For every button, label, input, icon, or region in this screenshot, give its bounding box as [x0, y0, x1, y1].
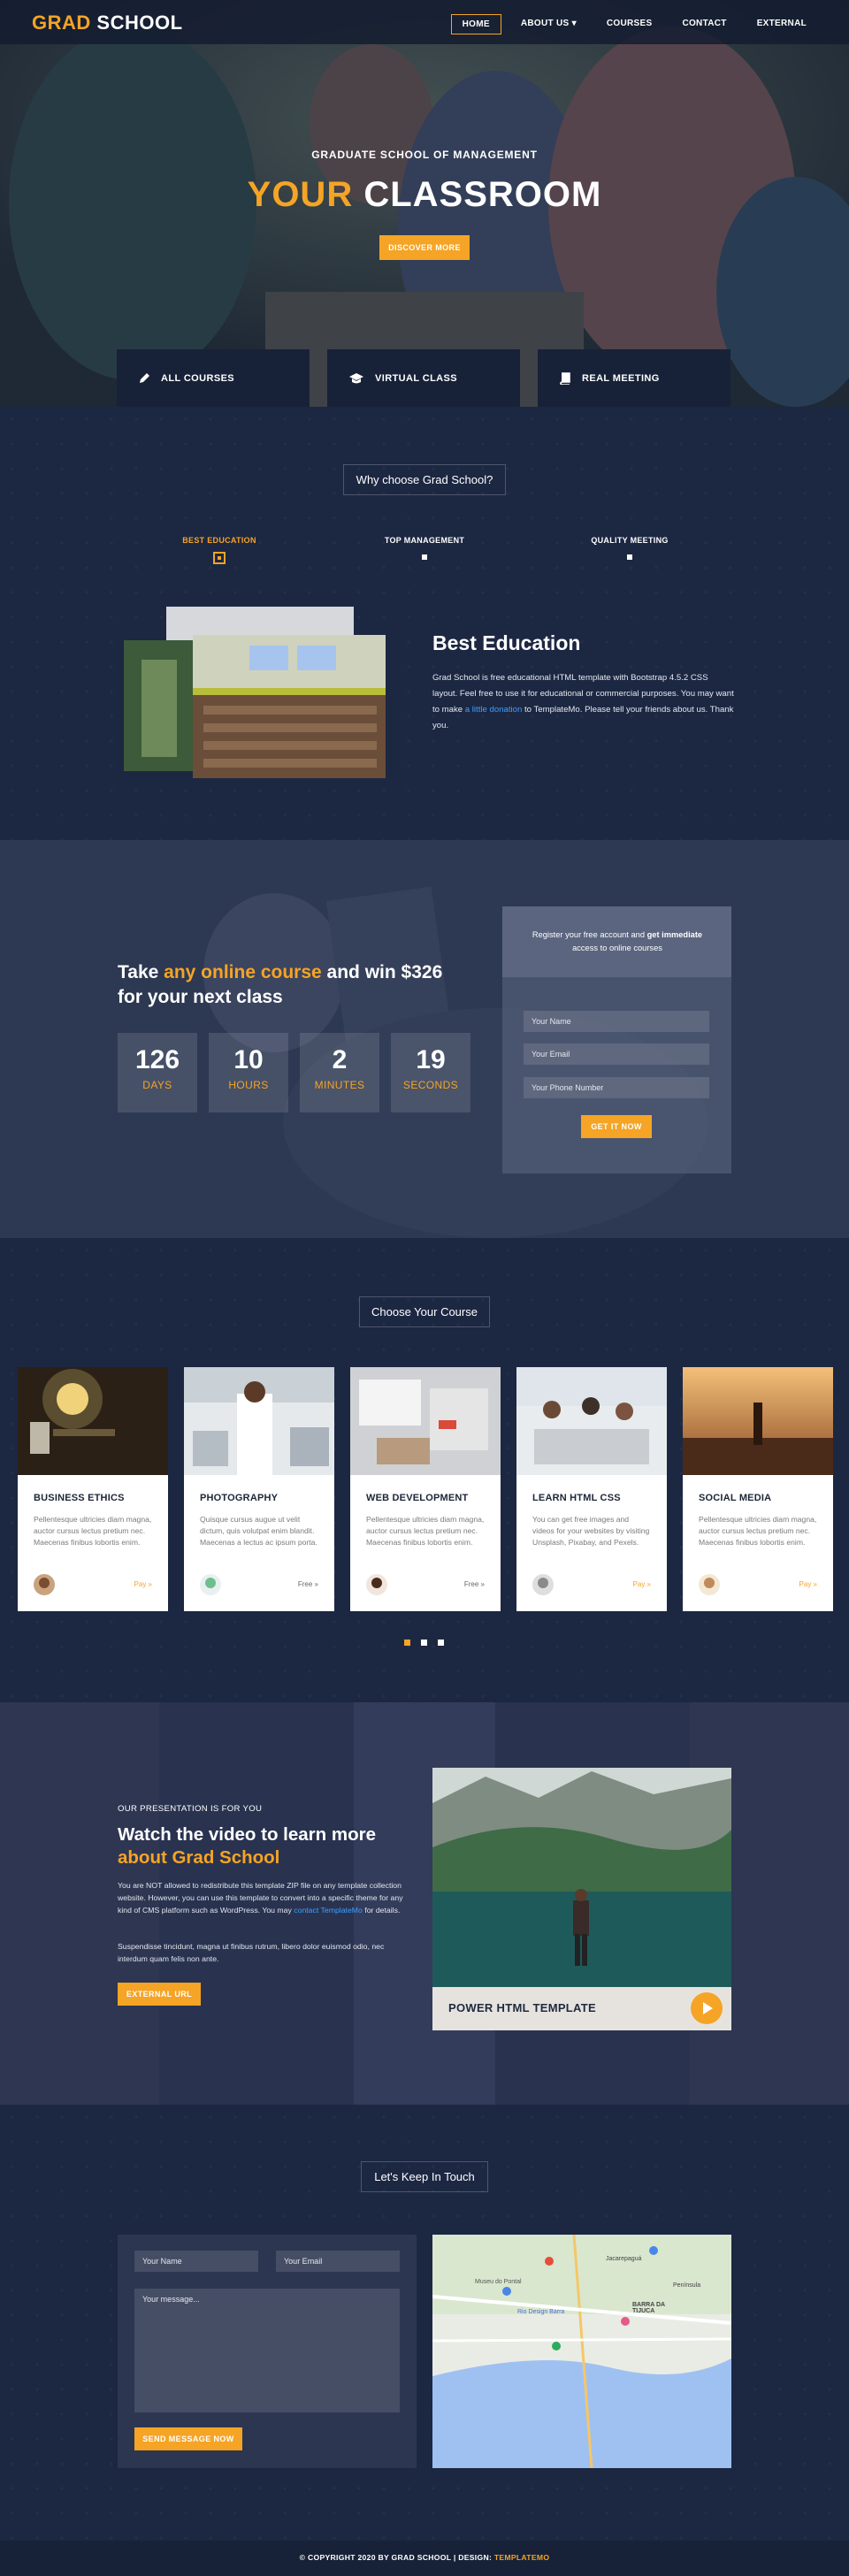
footer: © COPYRIGHT 2020 BY GRAD SCHOOL | DESIGN… — [0, 2541, 849, 2576]
send-message-button[interactable]: SEND MESSAGE NOW — [134, 2427, 242, 2450]
course-price-link[interactable]: Pay » — [799, 1580, 817, 1588]
nav-external[interactable]: EXTERNAL — [746, 14, 817, 34]
course-image — [350, 1367, 501, 1475]
hero-title: YOUR CLASSROOM — [247, 175, 602, 214]
map-embed[interactable]: Museu do Pontal Rio Design Barra BARRA D… — [432, 2235, 731, 2468]
courses-heading: Choose Your Course — [359, 1296, 490, 1327]
video-text-2: Suspendisse tincidunt, magna ut finibus … — [118, 1942, 385, 1963]
hero-subtitle: GRADUATE SCHOOL OF MANAGEMENT — [311, 149, 538, 161]
map-image — [432, 2235, 731, 2468]
register-email-input[interactable]: Your Email — [524, 1043, 709, 1065]
map-label: Museu do Pontal — [475, 2279, 522, 2285]
carousel-dot-1[interactable] — [404, 1640, 410, 1646]
pencil-icon — [140, 372, 149, 383]
course-image — [683, 1367, 833, 1475]
avatar — [699, 1574, 720, 1595]
promo-title: Take any online course and win $326 for y… — [118, 962, 443, 1007]
map-label: Jacarepaguá — [606, 2256, 642, 2262]
avatar — [366, 1574, 387, 1595]
course-price-link[interactable]: Pay » — [134, 1580, 152, 1588]
carousel-dot-2[interactable] — [421, 1640, 427, 1646]
top-navbar: GRAD SCHOOL HOME ABOUT US ▾ COURSES CONT… — [0, 0, 849, 44]
contact-email-input[interactable]: Your Email — [276, 2251, 400, 2272]
course-card-learn-html-css[interactable]: LEARN HTML CSS You can get free images a… — [516, 1367, 667, 1611]
course-card-photography[interactable]: PHOTOGRAPHY Quisque cursus augue ut veli… — [184, 1367, 334, 1611]
tab-top-management[interactable]: TOP MANAGEMENT — [354, 536, 495, 560]
course-image — [18, 1367, 168, 1475]
brand-logo[interactable]: GRAD SCHOOL — [32, 11, 183, 34]
course-card-social-media[interactable]: SOCIAL MEDIA Pellentesque ultricies diam… — [683, 1367, 833, 1611]
course-price-link[interactable]: Pay » — [633, 1580, 651, 1588]
map-label: Península — [673, 2282, 701, 2289]
donation-link[interactable]: a little donation — [465, 705, 523, 715]
book-icon — [560, 371, 570, 385]
course-image — [184, 1367, 334, 1475]
map-label: BARRA DA TIJUCA — [632, 2302, 665, 2314]
feature-real-meeting[interactable]: REAL MEETING — [538, 349, 730, 407]
avatar — [34, 1574, 55, 1595]
countdown-days: 126 DAYS — [118, 1033, 197, 1112]
nav-home[interactable]: HOME — [450, 14, 501, 34]
course-card-business-ethics[interactable]: BUSINESS ETHICS Pellentesque ultricies d… — [18, 1367, 168, 1611]
feature-all-courses[interactable]: ALL COURSES — [117, 349, 310, 407]
course-image — [516, 1367, 667, 1475]
tab-best-education[interactable]: BEST EDUCATION — [149, 536, 290, 564]
graduation-cap-icon — [349, 372, 363, 383]
avatar — [200, 1574, 221, 1595]
play-icon — [703, 2002, 713, 2014]
map-label: Rio Design Barra — [517, 2309, 565, 2315]
tab-content-text: Grad School is free educational HTML tem… — [432, 673, 734, 730]
countdown-hours: 10 HOURS — [209, 1033, 288, 1112]
contact-name-input[interactable]: Your Name — [134, 2251, 258, 2272]
course-price-link[interactable]: Free » — [298, 1580, 318, 1588]
why-heading: Why choose Grad School? — [343, 464, 506, 495]
countdown-seconds: 19 SECONDS — [391, 1033, 470, 1112]
copyright-text: © COPYRIGHT 2020 BY GRAD SCHOOL | DESIGN… — [299, 2553, 494, 2562]
countdown-minutes: 2 MINUTES — [300, 1033, 379, 1112]
course-card-web-development[interactable]: WEB DEVELOPMENT Pellentesque ultricies d… — [350, 1367, 501, 1611]
templatemo-link[interactable]: TemplateMo — [321, 1906, 363, 1915]
avatar — [532, 1574, 554, 1595]
register-name-input[interactable]: Your Name — [524, 1011, 709, 1032]
video-title: Watch the video to learn more about Grad … — [118, 1824, 376, 1868]
feature-virtual-class[interactable]: VIRTUAL CLASS — [327, 349, 520, 407]
carousel-dot-3[interactable] — [438, 1640, 444, 1646]
video-text-1: You are NOT allowed to redistribute this… — [118, 1881, 403, 1915]
video-kicker: OUR PRESENTATION IS FOR YOU — [118, 1804, 263, 1814]
nav-about-us[interactable]: ABOUT US ▾ — [510, 14, 587, 34]
video-thumbnail[interactable]: POWER HTML TEMPLATE — [432, 1768, 731, 2030]
contact-link[interactable]: contact — [294, 1906, 318, 1915]
contact-heading: Let's Keep In Touch — [361, 2161, 488, 2192]
tab-quality-meeting[interactable]: QUALITY MEETING — [559, 536, 700, 560]
education-image-collage — [124, 607, 386, 778]
video-caption: POWER HTML TEMPLATE — [448, 2001, 596, 2014]
play-button[interactable] — [691, 1992, 723, 2024]
get-it-now-button[interactable]: GET IT NOW — [581, 1115, 652, 1138]
external-url-button[interactable]: EXTERNAL URL — [118, 1983, 201, 2006]
discover-more-button[interactable]: DISCOVER MORE — [379, 235, 470, 260]
nav-courses[interactable]: COURSES — [596, 14, 663, 34]
chevron-down-icon: ▾ — [571, 19, 577, 28]
register-intro: Register your free account and get immed… — [532, 930, 703, 952]
nav-contact[interactable]: CONTACT — [671, 14, 737, 34]
register-phone-input[interactable]: Your Phone Number — [524, 1077, 709, 1098]
course-price-link[interactable]: Free » — [464, 1580, 485, 1588]
tab-content-title: Best Education — [432, 631, 581, 654]
templatemo-footer-link[interactable]: TEMPLATEMO — [494, 2553, 550, 2562]
contact-message-textarea[interactable]: Your message... — [134, 2289, 400, 2412]
hero-section: GRADUATE SCHOOL OF MANAGEMENT YOUR CLASS… — [0, 0, 849, 407]
